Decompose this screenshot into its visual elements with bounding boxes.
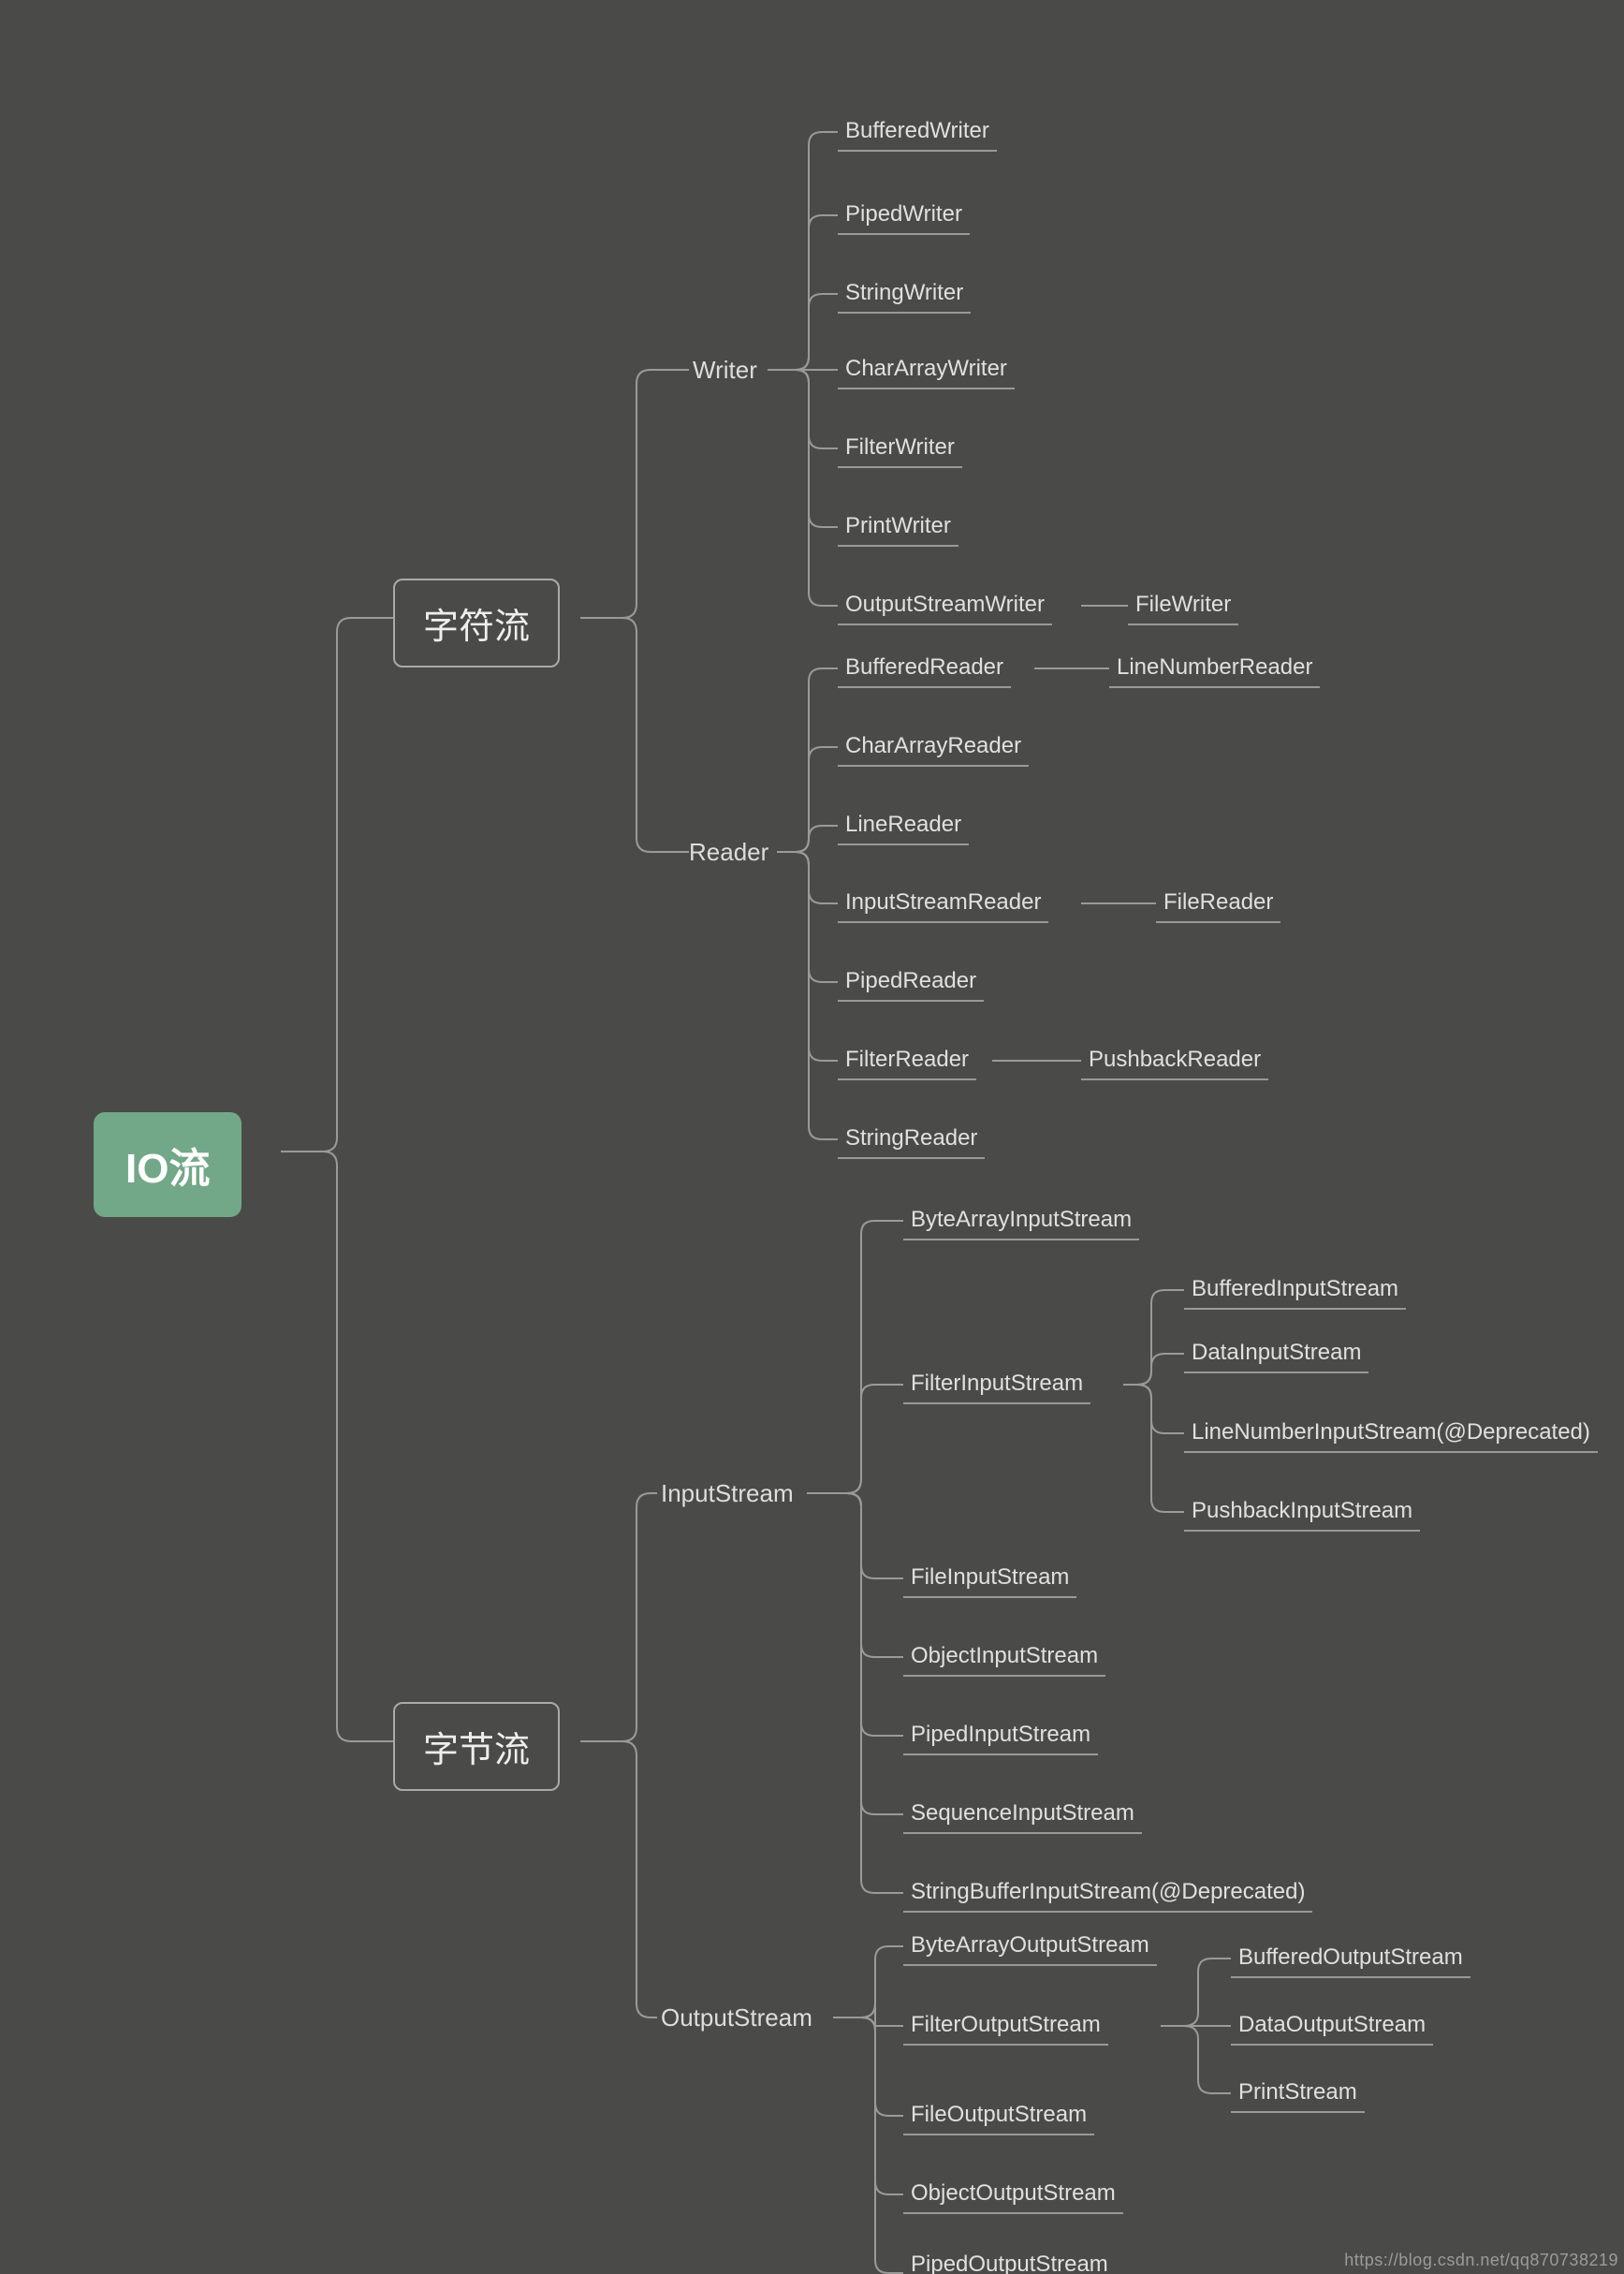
- leaf-filterwriter[interactable]: FilterWriter: [838, 431, 962, 468]
- leaf-pipedreader[interactable]: PipedReader: [838, 964, 984, 1002]
- root-node[interactable]: IO流: [94, 1112, 241, 1217]
- node-outputstream[interactable]: OutputStream: [661, 2003, 812, 2032]
- leaf-stringbufferinputstream[interactable]: StringBufferInputStream(@Deprecated): [903, 1875, 1312, 1913]
- leaf-datainputstream[interactable]: DataInputStream: [1184, 1336, 1368, 1373]
- leaf-linenumberreader[interactable]: LineNumberReader: [1109, 651, 1320, 688]
- leaf-objectoutputstream[interactable]: ObjectOutputStream: [903, 2177, 1123, 2214]
- leaf-fileinputstream[interactable]: FileInputStream: [903, 1561, 1076, 1598]
- leaf-linenumberinputstream[interactable]: LineNumberInputStream(@Deprecated): [1184, 1416, 1598, 1453]
- node-reader[interactable]: Reader: [689, 838, 768, 867]
- leaf-bufferedwriter[interactable]: BufferedWriter: [838, 114, 997, 152]
- leaf-filteroutputstream[interactable]: FilterOutputStream: [903, 2008, 1108, 2046]
- leaf-printstream[interactable]: PrintStream: [1231, 2076, 1365, 2113]
- node-byte-stream[interactable]: 字节流: [393, 1702, 560, 1791]
- leaf-filterreader[interactable]: FilterReader: [838, 1043, 976, 1080]
- leaf-linereader[interactable]: LineReader: [838, 808, 969, 845]
- leaf-objectinputstream[interactable]: ObjectInputStream: [903, 1639, 1105, 1677]
- leaf-inputstreamreader[interactable]: InputStreamReader: [838, 886, 1048, 923]
- leaf-bytearrayinputstream[interactable]: ByteArrayInputStream: [903, 1203, 1139, 1240]
- leaf-filewriter[interactable]: FileWriter: [1128, 588, 1238, 625]
- leaf-stringreader[interactable]: StringReader: [838, 1122, 985, 1159]
- leaf-chararraywriter[interactable]: CharArrayWriter: [838, 352, 1015, 389]
- leaf-pipedinputstream[interactable]: PipedInputStream: [903, 1718, 1098, 1755]
- leaf-filereader[interactable]: FileReader: [1156, 886, 1280, 923]
- leaf-filterinputstream[interactable]: FilterInputStream: [903, 1367, 1090, 1404]
- leaf-pushbackinputstream[interactable]: PushbackInputStream: [1184, 1494, 1420, 1532]
- leaf-pipedwriter[interactable]: PipedWriter: [838, 198, 970, 235]
- leaf-dataoutputstream[interactable]: DataOutputStream: [1231, 2008, 1433, 2046]
- leaf-pipedoutputstream[interactable]: PipedOutputStream: [903, 2248, 1116, 2274]
- node-char-stream[interactable]: 字符流: [393, 579, 560, 668]
- leaf-bufferedoutputstream[interactable]: BufferedOutputStream: [1231, 1941, 1470, 1978]
- leaf-chararrayreader[interactable]: CharArrayReader: [838, 729, 1029, 767]
- connector-lines: [0, 0, 1624, 2274]
- leaf-bytearrayoutputstream[interactable]: ByteArrayOutputStream: [903, 1929, 1157, 1966]
- node-inputstream[interactable]: InputStream: [661, 1479, 794, 1508]
- leaf-fileoutputstream[interactable]: FileOutputStream: [903, 2098, 1094, 2135]
- leaf-stringwriter[interactable]: StringWriter: [838, 276, 971, 314]
- leaf-printwriter[interactable]: PrintWriter: [838, 509, 958, 547]
- leaf-bufferedinputstream[interactable]: BufferedInputStream: [1184, 1272, 1406, 1310]
- leaf-outputstreamwriter[interactable]: OutputStreamWriter: [838, 588, 1052, 625]
- leaf-pushbackreader[interactable]: PushbackReader: [1081, 1043, 1268, 1080]
- watermark: https://blog.csdn.net/qq870738219: [1344, 2251, 1618, 2270]
- leaf-bufferedreader[interactable]: BufferedReader: [838, 651, 1011, 688]
- node-writer[interactable]: Writer: [693, 356, 757, 385]
- leaf-sequenceinputstream[interactable]: SequenceInputStream: [903, 1797, 1142, 1834]
